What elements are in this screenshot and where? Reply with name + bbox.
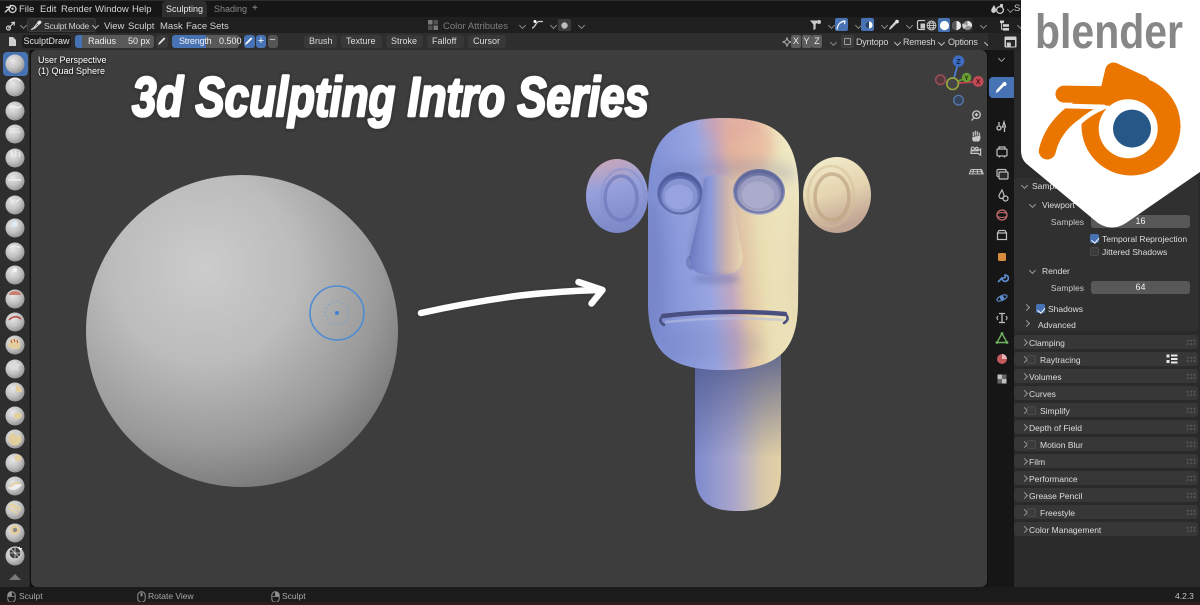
svg-text:3d Sculpting Intro Series: 3d Sculpting Intro Series xyxy=(132,65,649,128)
svg-text:blender: blender xyxy=(1035,6,1183,59)
svg-text:X: X xyxy=(976,79,981,86)
svg-text:Z: Z xyxy=(956,59,961,66)
svg-text:Y: Y xyxy=(964,75,969,82)
